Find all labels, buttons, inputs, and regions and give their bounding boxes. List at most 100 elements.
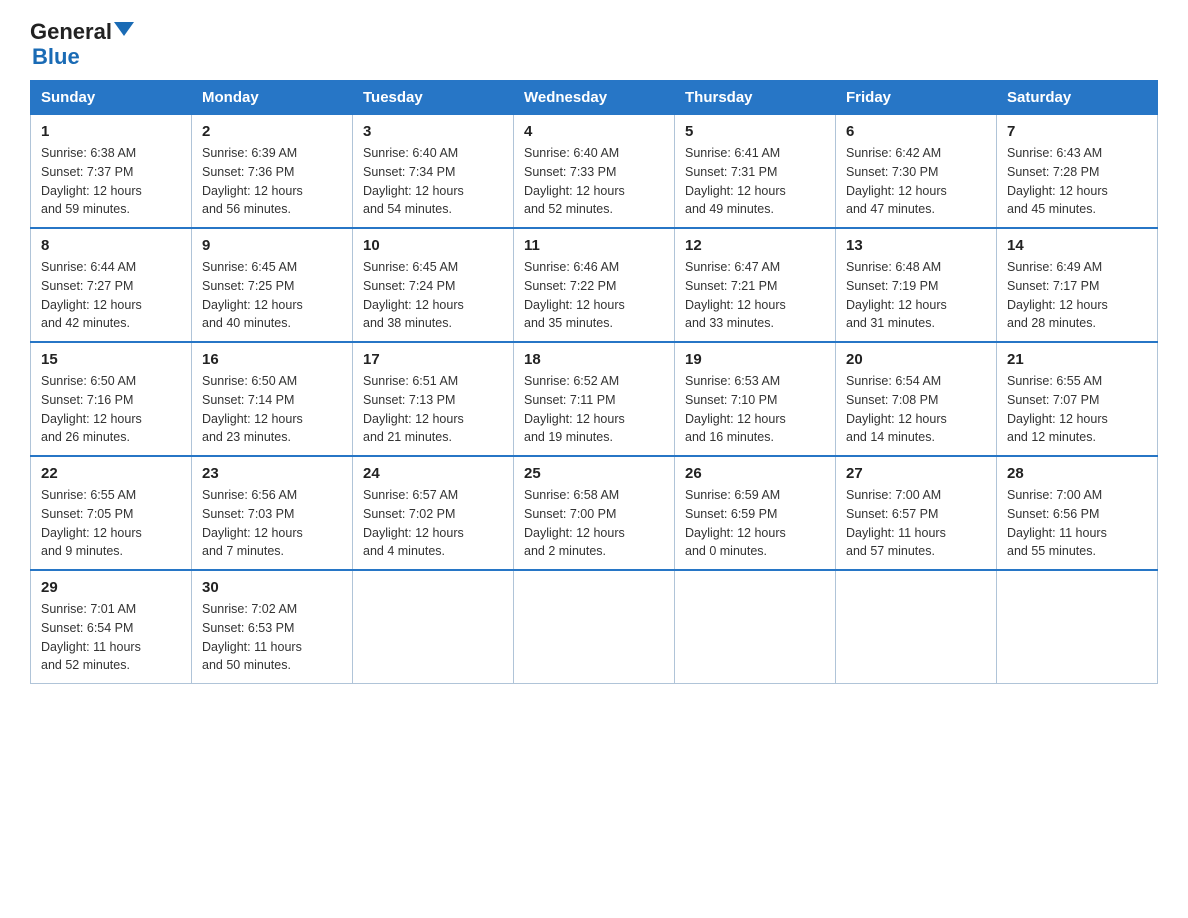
day-info: Sunrise: 6:51 AMSunset: 7:13 PMDaylight:… (363, 372, 503, 447)
day-info: Sunrise: 6:43 AMSunset: 7:28 PMDaylight:… (1007, 144, 1147, 219)
calendar-cell: 14 Sunrise: 6:49 AMSunset: 7:17 PMDayligh… (997, 228, 1158, 342)
calendar-cell: 23 Sunrise: 6:56 AMSunset: 7:03 PMDayligh… (192, 456, 353, 570)
day-number: 26 (685, 465, 825, 482)
day-info: Sunrise: 7:00 AMSunset: 6:56 PMDaylight:… (1007, 486, 1147, 561)
calendar-cell: 7 Sunrise: 6:43 AMSunset: 7:28 PMDaylight… (997, 115, 1158, 229)
weekday-header-saturday: Saturday (997, 81, 1158, 115)
day-number: 21 (1007, 351, 1147, 368)
logo-general-text: General (30, 20, 112, 44)
day-info: Sunrise: 6:41 AMSunset: 7:31 PMDaylight:… (685, 144, 825, 219)
calendar-cell: 5 Sunrise: 6:41 AMSunset: 7:31 PMDaylight… (675, 115, 836, 229)
calendar-cell: 26 Sunrise: 6:59 AMSunset: 6:59 PMDayligh… (675, 456, 836, 570)
weekday-header-thursday: Thursday (675, 81, 836, 115)
calendar-cell: 6 Sunrise: 6:42 AMSunset: 7:30 PMDaylight… (836, 115, 997, 229)
day-number: 23 (202, 465, 342, 482)
calendar-week-row: 1 Sunrise: 6:38 AMSunset: 7:37 PMDaylight… (31, 115, 1158, 229)
day-number: 5 (685, 123, 825, 140)
calendar-week-row: 15Sunrise: 6:50 AMSunset: 7:16 PMDayligh… (31, 342, 1158, 456)
day-info: Sunrise: 6:38 AMSunset: 7:37 PMDaylight:… (41, 144, 181, 219)
calendar-cell: 9Sunrise: 6:45 AMSunset: 7:25 PMDaylight… (192, 228, 353, 342)
calendar-cell: 19Sunrise: 6:53 AMSunset: 7:10 PMDayligh… (675, 342, 836, 456)
calendar-cell: 21Sunrise: 6:55 AMSunset: 7:07 PMDayligh… (997, 342, 1158, 456)
calendar-week-row: 29 Sunrise: 7:01 AMSunset: 6:54 PMDayligh… (31, 570, 1158, 684)
day-number: 25 (524, 465, 664, 482)
day-info: Sunrise: 7:00 AMSunset: 6:57 PMDaylight:… (846, 486, 986, 561)
day-info: Sunrise: 6:49 AMSunset: 7:17 PMDaylight:… (1007, 258, 1147, 333)
weekday-header-monday: Monday (192, 81, 353, 115)
day-number: 2 (202, 123, 342, 140)
day-number: 24 (363, 465, 503, 482)
calendar-cell (997, 570, 1158, 684)
calendar-cell (836, 570, 997, 684)
weekday-header-row: SundayMondayTuesdayWednesdayThursdayFrid… (31, 81, 1158, 115)
calendar-cell: 27 Sunrise: 7:00 AMSunset: 6:57 PMDayligh… (836, 456, 997, 570)
day-info: Sunrise: 6:45 AMSunset: 7:25 PMDaylight:… (202, 258, 342, 333)
calendar-cell: 13 Sunrise: 6:48 AMSunset: 7:19 PMDayligh… (836, 228, 997, 342)
calendar-table: SundayMondayTuesdayWednesdayThursdayFrid… (30, 80, 1158, 684)
logo: General Blue (30, 20, 134, 70)
calendar-cell: 1 Sunrise: 6:38 AMSunset: 7:37 PMDaylight… (31, 115, 192, 229)
calendar-cell: 10 Sunrise: 6:45 AMSunset: 7:24 PMDayligh… (353, 228, 514, 342)
calendar-cell (353, 570, 514, 684)
day-info: Sunrise: 6:40 AMSunset: 7:34 PMDaylight:… (363, 144, 503, 219)
calendar-cell: 22 Sunrise: 6:55 AMSunset: 7:05 PMDayligh… (31, 456, 192, 570)
calendar-cell: 17 Sunrise: 6:51 AMSunset: 7:13 PMDayligh… (353, 342, 514, 456)
weekday-header-wednesday: Wednesday (514, 81, 675, 115)
calendar-week-row: 22 Sunrise: 6:55 AMSunset: 7:05 PMDayligh… (31, 456, 1158, 570)
day-info: Sunrise: 6:48 AMSunset: 7:19 PMDaylight:… (846, 258, 986, 333)
day-info: Sunrise: 7:02 AMSunset: 6:53 PMDaylight:… (202, 600, 342, 675)
calendar-cell (675, 570, 836, 684)
day-number: 3 (363, 123, 503, 140)
day-number: 6 (846, 123, 986, 140)
day-info: Sunrise: 7:01 AMSunset: 6:54 PMDaylight:… (41, 600, 181, 675)
logo-blue-text: Blue (32, 44, 80, 70)
day-number: 19 (685, 351, 825, 368)
day-info: Sunrise: 6:52 AMSunset: 7:11 PMDaylight:… (524, 372, 664, 447)
day-number: 10 (363, 237, 503, 254)
day-number: 27 (846, 465, 986, 482)
day-number: 20 (846, 351, 986, 368)
calendar-cell: 30 Sunrise: 7:02 AMSunset: 6:53 PMDayligh… (192, 570, 353, 684)
calendar-cell: 18 Sunrise: 6:52 AMSunset: 7:11 PMDayligh… (514, 342, 675, 456)
day-info: Sunrise: 6:42 AMSunset: 7:30 PMDaylight:… (846, 144, 986, 219)
calendar-cell: 15Sunrise: 6:50 AMSunset: 7:16 PMDayligh… (31, 342, 192, 456)
day-number: 7 (1007, 123, 1147, 140)
day-info: Sunrise: 6:55 AMSunset: 7:05 PMDaylight:… (41, 486, 181, 561)
day-info: Sunrise: 6:59 AMSunset: 6:59 PMDaylight:… (685, 486, 825, 561)
day-number: 14 (1007, 237, 1147, 254)
calendar-cell: 8Sunrise: 6:44 AMSunset: 7:27 PMDaylight… (31, 228, 192, 342)
day-number: 8 (41, 237, 181, 254)
day-number: 18 (524, 351, 664, 368)
page-header: General Blue (30, 20, 1158, 70)
calendar-cell: 24 Sunrise: 6:57 AMSunset: 7:02 PMDayligh… (353, 456, 514, 570)
day-info: Sunrise: 6:50 AMSunset: 7:14 PMDaylight:… (202, 372, 342, 447)
day-number: 15 (41, 351, 181, 368)
weekday-header-friday: Friday (836, 81, 997, 115)
day-number: 29 (41, 579, 181, 596)
day-info: Sunrise: 6:56 AMSunset: 7:03 PMDaylight:… (202, 486, 342, 561)
calendar-cell: 28 Sunrise: 7:00 AMSunset: 6:56 PMDayligh… (997, 456, 1158, 570)
day-info: Sunrise: 6:45 AMSunset: 7:24 PMDaylight:… (363, 258, 503, 333)
day-number: 12 (685, 237, 825, 254)
day-info: Sunrise: 6:39 AMSunset: 7:36 PMDaylight:… (202, 144, 342, 219)
day-info: Sunrise: 6:54 AMSunset: 7:08 PMDaylight:… (846, 372, 986, 447)
day-info: Sunrise: 6:47 AMSunset: 7:21 PMDaylight:… (685, 258, 825, 333)
day-info: Sunrise: 6:58 AMSunset: 7:00 PMDaylight:… (524, 486, 664, 561)
weekday-header-tuesday: Tuesday (353, 81, 514, 115)
calendar-cell: 3 Sunrise: 6:40 AMSunset: 7:34 PMDaylight… (353, 115, 514, 229)
day-info: Sunrise: 6:40 AMSunset: 7:33 PMDaylight:… (524, 144, 664, 219)
day-info: Sunrise: 6:57 AMSunset: 7:02 PMDaylight:… (363, 486, 503, 561)
day-number: 1 (41, 123, 181, 140)
day-number: 17 (363, 351, 503, 368)
calendar-cell: 20 Sunrise: 6:54 AMSunset: 7:08 PMDayligh… (836, 342, 997, 456)
day-number: 30 (202, 579, 342, 596)
day-number: 13 (846, 237, 986, 254)
day-number: 11 (524, 237, 664, 254)
calendar-cell: 12 Sunrise: 6:47 AMSunset: 7:21 PMDayligh… (675, 228, 836, 342)
day-number: 28 (1007, 465, 1147, 482)
calendar-cell: 16Sunrise: 6:50 AMSunset: 7:14 PMDayligh… (192, 342, 353, 456)
weekday-header-sunday: Sunday (31, 81, 192, 115)
calendar-cell: 2 Sunrise: 6:39 AMSunset: 7:36 PMDaylight… (192, 115, 353, 229)
calendar-cell: 4Sunrise: 6:40 AMSunset: 7:33 PMDaylight… (514, 115, 675, 229)
day-number: 22 (41, 465, 181, 482)
